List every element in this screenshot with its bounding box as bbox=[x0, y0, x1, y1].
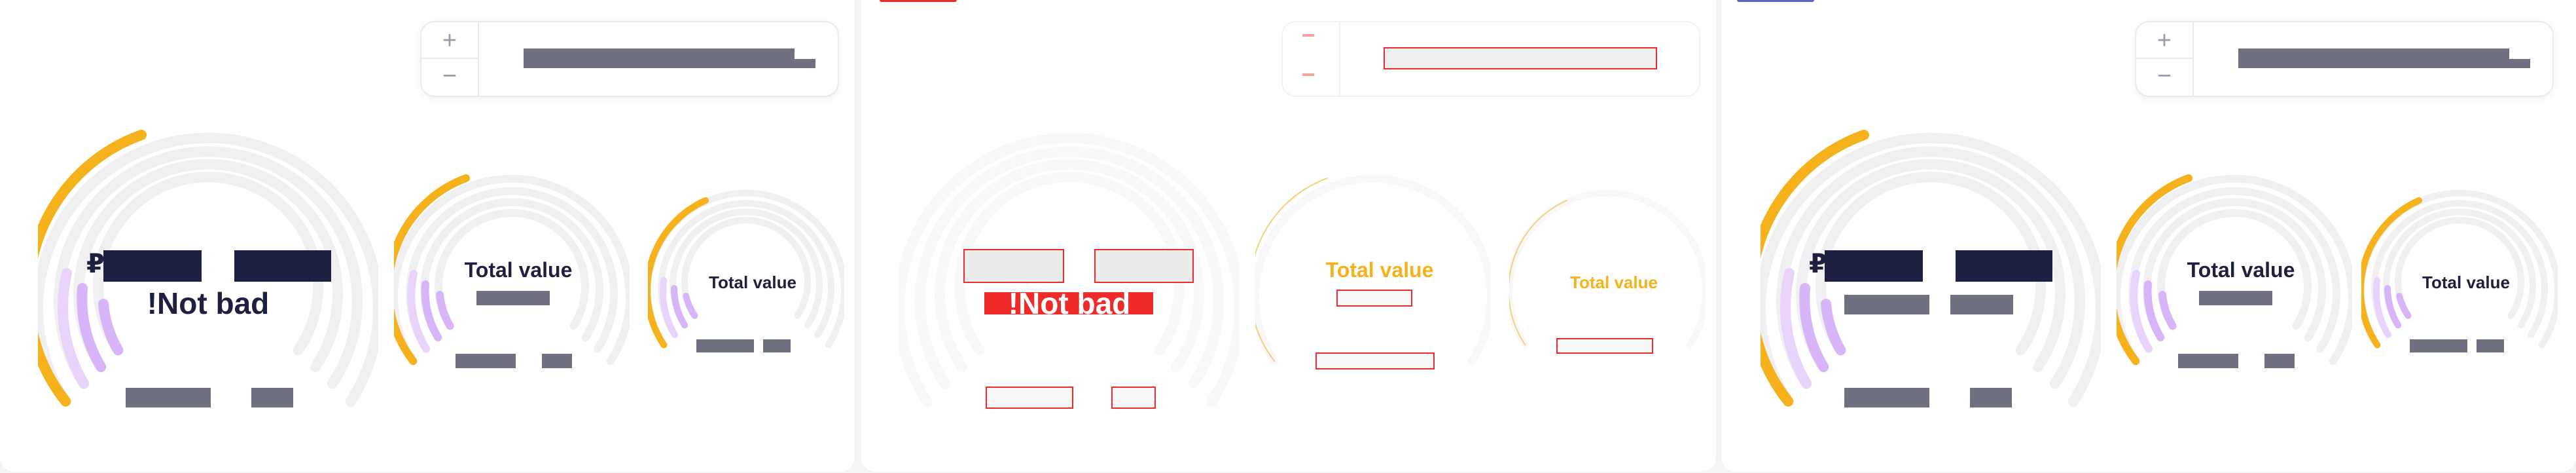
right-value-redacted-left bbox=[1825, 250, 1923, 282]
minus-icon: − bbox=[442, 62, 457, 90]
zoom-out-button[interactable]: − bbox=[421, 59, 478, 93]
diff-gauge-medium: Total value bbox=[1249, 162, 1495, 379]
value-redacted-left bbox=[103, 250, 202, 282]
right-value-redacted-right bbox=[1956, 250, 2052, 282]
right-medium-caption-redacted-2 bbox=[2264, 354, 2295, 368]
caption-redacted-2 bbox=[251, 388, 293, 407]
zoom-value-redacted-tail bbox=[795, 59, 815, 68]
right-medium-caption-redacted-1 bbox=[2178, 354, 2238, 368]
diff-medium-caption-redacted bbox=[1315, 352, 1435, 369]
right-top-marker bbox=[1737, 0, 1814, 2]
zoom-divider-right bbox=[2192, 22, 2194, 96]
diff-gauge-large-status: !Not bad bbox=[1008, 286, 1131, 320]
caption-redacted-1 bbox=[126, 388, 211, 407]
gauge-medium-right: Total value bbox=[2107, 162, 2356, 379]
zoom-control: + − bbox=[420, 21, 839, 97]
panel-right: + − ₽ Total value Total value bbox=[1721, 0, 2576, 472]
small-caption-redacted-1 bbox=[696, 339, 754, 352]
right-caption-redacted-2 bbox=[1970, 388, 2012, 407]
diff-gauge-medium-title: Total value bbox=[1325, 258, 1434, 282]
zoom-divider bbox=[478, 22, 479, 96]
diff-gauge-large: !Not bad bbox=[894, 113, 1245, 427]
diff-gauge-small: Total value bbox=[1506, 189, 1709, 359]
plus-icon: + bbox=[2156, 27, 2172, 54]
right-small-caption-redacted-1 bbox=[2410, 339, 2467, 352]
small-caption-redacted-2 bbox=[763, 339, 791, 352]
gauge-small-right-title: Total value bbox=[2422, 273, 2510, 292]
zoom-in-button[interactable]: + bbox=[421, 24, 478, 59]
gauge-medium: Total value bbox=[384, 162, 634, 379]
right-caption-redacted-1 bbox=[1844, 388, 1929, 407]
diff-zoom-value-redacted bbox=[1384, 47, 1657, 69]
diff-small-caption-redacted bbox=[1556, 338, 1653, 354]
plus-icon: + bbox=[442, 27, 457, 54]
minus-icon: − bbox=[2156, 62, 2172, 90]
gauge-small: Total value bbox=[643, 189, 848, 359]
diff-top-marker bbox=[880, 0, 957, 2]
currency-symbol: ₽ bbox=[86, 249, 105, 279]
diff-medium-value-redacted bbox=[1336, 290, 1412, 307]
diff-minus-marker bbox=[1302, 73, 1314, 76]
medium-caption-redacted-1 bbox=[456, 354, 516, 368]
diff-zoom-divider bbox=[1339, 22, 1340, 96]
gauge-large-status: !Not bad bbox=[147, 286, 270, 320]
gauge-small-title: Total value bbox=[709, 273, 796, 292]
diff-zoom-control bbox=[1281, 21, 1700, 97]
diff-caption-redacted-1 bbox=[986, 387, 1073, 409]
diff-plus-marker bbox=[1302, 34, 1314, 37]
zoom-value-redacted-tail-right bbox=[2509, 59, 2530, 68]
diff-value-redacted-right bbox=[1094, 249, 1194, 283]
value-redacted-right bbox=[234, 250, 331, 282]
medium-caption-redacted-2 bbox=[542, 354, 572, 368]
zoom-in-button-right[interactable]: + bbox=[2136, 24, 2192, 59]
medium-value-redacted bbox=[476, 291, 550, 305]
zoom-value-redacted bbox=[524, 48, 795, 68]
right-medium-value-redacted bbox=[2199, 291, 2272, 305]
gauge-medium-right-title: Total value bbox=[2187, 258, 2295, 282]
panel-left: + − ₽ !Not bad Total value Total value bbox=[0, 0, 855, 472]
zoom-out-button-right[interactable]: − bbox=[2136, 59, 2192, 93]
panel-diff: !Not bad Total value Total value bbox=[861, 0, 1716, 472]
right-small-caption-redacted-2 bbox=[2477, 339, 2504, 352]
diff-value-redacted-left bbox=[963, 249, 1064, 283]
diff-caption-redacted-2 bbox=[1111, 387, 1156, 409]
gauge-small-right: Total value bbox=[2357, 189, 2561, 359]
gauge-large: ₽ !Not bad bbox=[23, 113, 384, 427]
zoom-control-right: + − bbox=[2135, 21, 2554, 97]
right-value-sub-redacted-1 bbox=[1844, 295, 1929, 314]
gauge-large-right: ₽ bbox=[1745, 113, 2106, 427]
right-value-sub-redacted-2 bbox=[1950, 295, 2013, 314]
diff-gauge-small-title: Total value bbox=[1570, 273, 1658, 292]
zoom-value-redacted-right bbox=[2238, 48, 2509, 68]
gauge-medium-title: Total value bbox=[464, 258, 573, 282]
